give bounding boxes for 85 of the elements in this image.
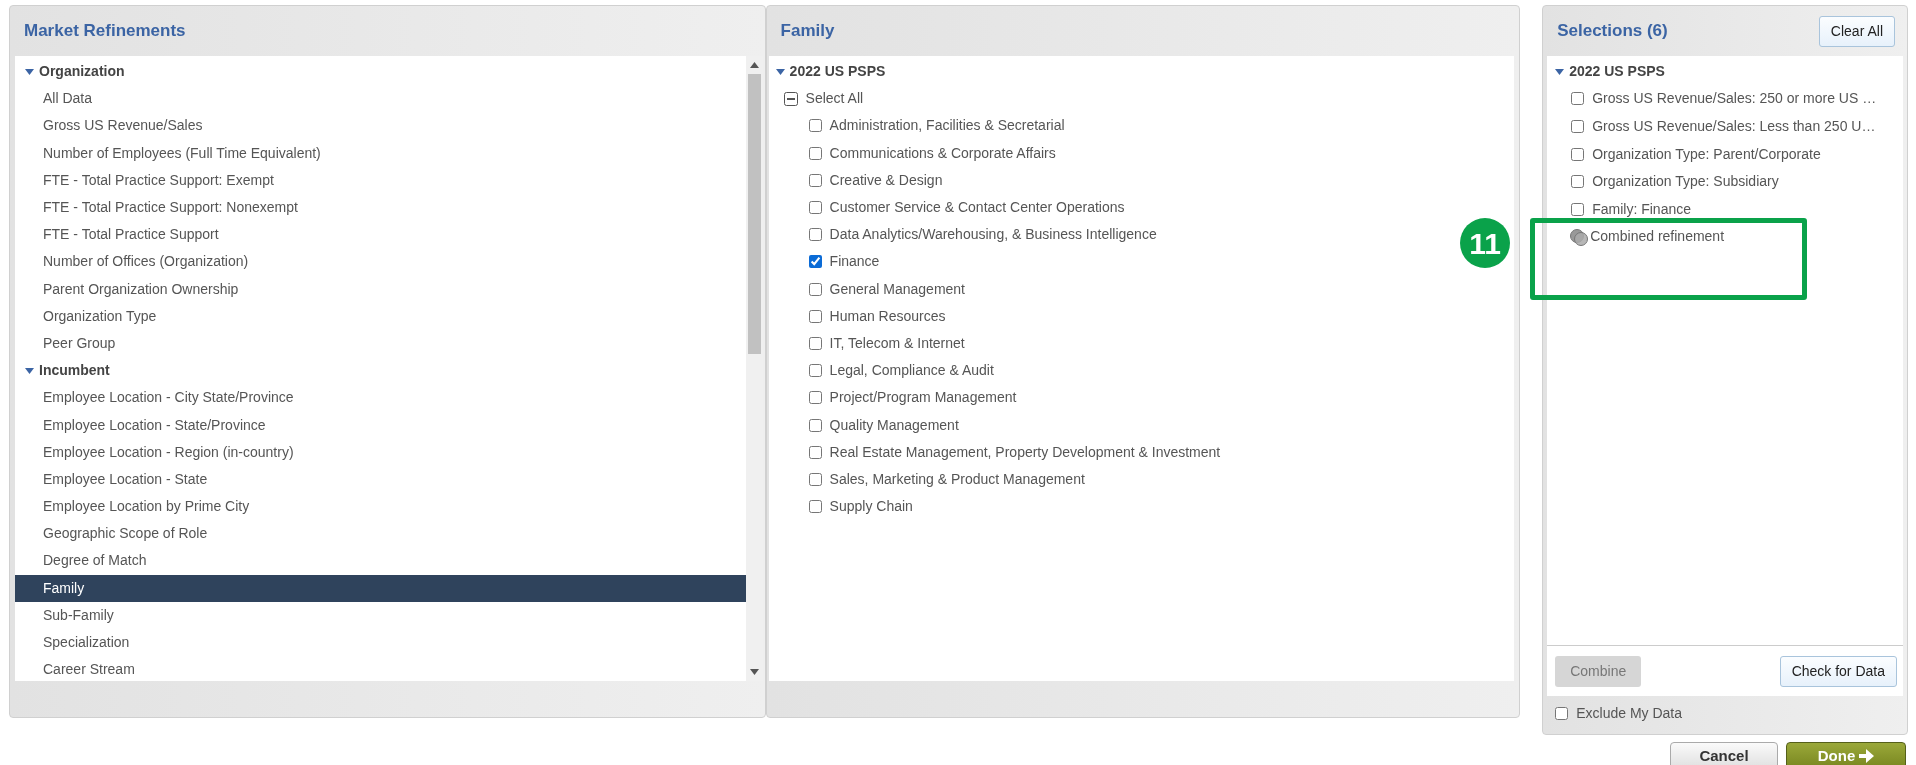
checkbox[interactable]: [808, 472, 822, 486]
panel-title: Selections (6): [1557, 20, 1668, 43]
checkbox[interactable]: [808, 119, 822, 133]
checkbox[interactable]: [808, 309, 822, 323]
list-item[interactable]: Geographic Scope of Role: [15, 520, 746, 548]
survey-heading: 2022 US PSPS: [1569, 62, 1665, 82]
checkbox[interactable]: [808, 500, 822, 514]
checkbox-label: Supply Chain: [829, 497, 913, 517]
list-item[interactable]: Organization Type: [15, 302, 746, 330]
checkbox-label: Sales, Marketing & Product Management: [829, 469, 1085, 489]
selection-label: Gross US Revenue/Sales: 250 or more US …: [1592, 89, 1877, 109]
checkbox-label: Real Estate Management, Property Development & Investment: [829, 442, 1221, 462]
checkbox[interactable]: [808, 173, 822, 187]
list-item[interactable]: Sub-Family: [15, 601, 746, 629]
scroll-up-icon[interactable]: [749, 62, 759, 68]
checkbox-label: Administration, Facilities & Secretarial: [829, 116, 1065, 136]
checkbox[interactable]: [1555, 706, 1569, 720]
checkbox[interactable]: [1571, 202, 1585, 216]
checkbox[interactable]: [808, 336, 822, 350]
selection-label: Combined refinement: [1590, 227, 1725, 247]
list-item[interactable]: FTE - Total Practice Support: Nonexempt: [15, 193, 746, 222]
scroll-down-icon[interactable]: [749, 669, 759, 675]
checkbox-label: Human Resources: [829, 306, 946, 326]
list-item[interactable]: Degree of Match: [15, 547, 746, 575]
list-item[interactable]: Peer Group: [15, 329, 746, 358]
checkbox[interactable]: [808, 201, 822, 215]
checkbox[interactable]: [808, 391, 822, 405]
list-item[interactable]: All Data: [15, 85, 746, 113]
survey-heading: 2022 US PSPS: [789, 62, 886, 82]
list-item[interactable]: Employee Location - State: [15, 465, 746, 493]
checkbox[interactable]: [808, 146, 822, 160]
selection-label: Gross US Revenue/Sales: Less than 250 U…: [1592, 117, 1876, 137]
group-heading: Organization: [39, 62, 125, 82]
list-item[interactable]: Employee Location - State/Province: [15, 411, 746, 439]
caret-down-icon[interactable]: [25, 367, 34, 374]
list-item[interactable]: Number of Employees (Full Time Equivalent): [15, 139, 746, 167]
checkbox[interactable]: [808, 228, 822, 242]
checkbox[interactable]: [808, 282, 822, 296]
cancel-button[interactable]: Cancel: [1670, 742, 1778, 765]
list-item[interactable]: Career Stream: [15, 656, 746, 681]
list-item[interactable]: FTE - Total Practice Support: [15, 221, 746, 249]
checkbox-label: Quality Management: [829, 415, 959, 435]
checkbox-label: IT, Telecom & Internet: [829, 333, 965, 353]
caret-down-icon[interactable]: [25, 68, 34, 75]
checkbox-label: Communications & Corporate Affairs: [829, 143, 1056, 163]
list-item[interactable]: Employee Location - City State/Province: [15, 384, 746, 412]
checkbox-label: Creative & Design: [829, 170, 943, 190]
scrollbar-thumb[interactable]: [747, 74, 761, 354]
checkbox[interactable]: [1571, 147, 1585, 161]
panel-title: Family: [780, 20, 835, 43]
caret-down-icon[interactable]: [775, 68, 785, 75]
checkbox[interactable]: [808, 445, 822, 459]
checkbox[interactable]: [1571, 175, 1585, 189]
checkbox-label: Finance: [829, 252, 880, 272]
checkbox[interactable]: [808, 364, 822, 378]
selection-label: Organization Type: Subsidiary: [1592, 172, 1779, 192]
list-item[interactable]: FTE - Total Practice Support: Exempt: [15, 166, 746, 194]
checkbox[interactable]: [808, 255, 822, 269]
selection-label: Organization Type: Parent/Corporate: [1592, 144, 1821, 164]
checkbox[interactable]: [1571, 120, 1585, 134]
partial-checkbox[interactable]: [783, 91, 798, 106]
checkbox[interactable]: [808, 418, 822, 432]
checkbox[interactable]: [1571, 92, 1585, 106]
list-item[interactable]: Family: [15, 574, 746, 602]
checkbox-label: Select All: [805, 89, 864, 109]
check-data-button[interactable]: Check for Data: [1779, 655, 1897, 687]
checkbox-label: Project/Program Management: [829, 388, 1017, 408]
combined-icon: [1569, 227, 1590, 246]
arrow-right-icon: [1859, 749, 1875, 764]
group-heading: Incumbent: [39, 361, 110, 381]
caret-down-icon[interactable]: [1555, 68, 1565, 75]
panel-title: Market Refinements: [24, 20, 186, 43]
list-item[interactable]: Employee Location by Prime City: [15, 493, 746, 521]
list-item[interactable]: Gross US Revenue/Sales: [15, 112, 746, 140]
list-item[interactable]: Number of Offices (Organization): [15, 248, 746, 276]
list-item[interactable]: Specialization: [15, 628, 746, 657]
checkbox-label: General Management: [829, 279, 965, 299]
checkbox-label: Customer Service & Contact Center Operations: [829, 198, 1125, 218]
checkbox-label: Exclude My Data: [1576, 703, 1682, 723]
selection-label: Family: Finance: [1592, 199, 1691, 219]
checkbox-label: Data Analytics/Warehousing, & Business Intelligence: [829, 225, 1157, 245]
list-item[interactable]: Parent Organization Ownership: [15, 275, 746, 303]
checkbox-label: Legal, Compliance & Audit: [829, 361, 994, 381]
list-item[interactable]: Employee Location - Region (in-country): [15, 438, 746, 466]
clear-all-button[interactable]: Clear All: [1818, 15, 1895, 47]
